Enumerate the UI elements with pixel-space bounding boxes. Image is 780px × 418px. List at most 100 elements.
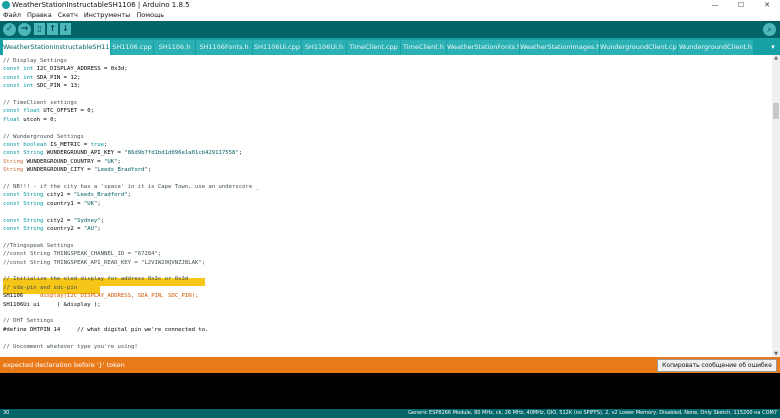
code-token: String [3, 158, 24, 165]
code-token: "AU" [83, 226, 98, 232]
editor-scrollbar[interactable]: ▲ ▼ [772, 55, 780, 357]
code-line[interactable]: //const String THINGSPEAK_API_READ_KEY =… [3, 259, 205, 267]
error-message: expected declaration before '}' token [3, 361, 125, 369]
toolbar: ✓ → ▯ ↑ ↓ ⌕ [0, 21, 780, 38]
code-line[interactable]: const String city1 = "Leeds_Bradford"; [3, 191, 131, 199]
code-token: ; [238, 150, 243, 157]
save-sketch-button[interactable]: ↓ [60, 23, 71, 35]
code-token: //const String THINGSPEAK_CHANNEL_ID = "… [3, 251, 162, 258]
code-token: const String [3, 150, 44, 157]
code-line[interactable]: // NB!!! - if the city has a 'space' in … [3, 183, 259, 191]
code-token: "86d9b7fd1bd1d096e1a01cb429117558" [124, 150, 239, 157]
menu-file[interactable]: Файл [3, 11, 21, 19]
copy-error-button[interactable]: Копировать сообщение об ошибке [657, 359, 777, 372]
tab-wundergroundclient-cpp[interactable]: WundergroundClient.cpp [600, 40, 678, 55]
tab-menu-chevron-icon[interactable]: ▾ [768, 41, 778, 53]
maximize-button[interactable]: ☐ [728, 0, 754, 10]
tab-sh1106ui-h[interactable]: SH1106Ui.h [302, 40, 347, 55]
code-line[interactable]: //const String THINGSPEAK_CHANNEL_ID = "… [3, 250, 161, 258]
scroll-up-icon[interactable]: ▲ [772, 55, 780, 61]
code-line[interactable]: String WUNDERGROUND_CITY = "Leeds_Bradfo… [3, 166, 151, 174]
menu-bar: Файл Правка Скетч Инструменты Помощь [0, 10, 780, 21]
code-line[interactable]: // sda-pin and sdc-pin [3, 284, 77, 292]
tab-strip: WeatherStationInstructableSH1106 § SH110… [0, 38, 780, 55]
code-token: // Display Settings [3, 58, 67, 64]
code-line[interactable]: SH1106Ui ui ( &display ); [3, 301, 101, 309]
code-line[interactable]: const boolean IS_METRIC = true; [3, 141, 107, 149]
code-line[interactable]: const int I2C_DISPLAY_ADDRESS = 0x3d; [3, 65, 128, 73]
code-token: float [3, 116, 20, 123]
code-token: // Initialize the oled display for addre… [3, 276, 189, 283]
code-line[interactable]: // Uncomment whatever type you're using! [3, 343, 138, 351]
scrollbar-thumb[interactable] [773, 103, 779, 119]
code-token: ; [127, 192, 131, 199]
code-line[interactable]: // Wunderground Settings [3, 133, 84, 141]
menu-tools[interactable]: Инструменты [84, 11, 131, 19]
code-line[interactable]: SH1106 display(I2C_DISPLAY_ADDRESS, SDA_… [3, 292, 198, 300]
tab-weatherstationfonts-h[interactable]: WeatherStationFonts.h [447, 40, 520, 55]
verify-button[interactable]: ✓ [3, 23, 16, 36]
menu-help[interactable]: Помощь [136, 11, 164, 19]
code-line[interactable]: const float UTC_OFFSET = 0; [3, 107, 94, 115]
code-token: const String [3, 192, 44, 199]
code-token: const boolean [3, 142, 47, 148]
close-button[interactable]: ✕ [754, 0, 780, 10]
code-token: country1 = [43, 200, 84, 207]
code-token: // NB!!! - if the city has a 'space' in … [3, 184, 259, 190]
code-line[interactable]: const String city2 = "Sydney"; [3, 217, 104, 225]
code-token: SDA_PIN = 12; [33, 74, 81, 81]
code-token: true [90, 142, 105, 148]
upload-button[interactable]: → [18, 23, 31, 36]
code-token: // Wunderground Settings [3, 133, 84, 140]
tab-timeclient-cpp[interactable]: TimeClient.cpp [347, 40, 401, 55]
tab-weatherstationimages-h[interactable]: WeatherStationImages.h [520, 40, 600, 55]
code-line[interactable]: const String WUNDERGROUND_API_KEY = "86d… [3, 149, 242, 157]
tab-main-sketch[interactable]: WeatherStationInstructableSH1106 § [3, 40, 111, 55]
code-line[interactable]: // TimeClient settings [3, 99, 77, 107]
code-token: SH1106Ui ui ( &display ); [3, 301, 101, 308]
code-token: ; [147, 167, 152, 174]
code-line[interactable]: String WUNDERGROUND_COUNTRY = "UK"; [3, 158, 121, 166]
code-line[interactable]: float utcoh = 0; [3, 116, 57, 124]
code-token: // TimeClient settings [3, 100, 78, 106]
title-bar: WeatherStationInstructableSH1106 | Ardui… [0, 0, 780, 10]
code-token: ; [117, 158, 121, 165]
tab-sh1106-cpp[interactable]: SH1106.cpp [111, 40, 154, 55]
menu-sketch[interactable]: Скетч [58, 11, 78, 19]
window-title: WeatherStationInstructableSH1106 | Ardui… [12, 1, 190, 9]
status-bar: 30 Generic ESP8266 Module, 80 MHz, ck, 2… [0, 409, 780, 418]
open-sketch-button[interactable]: ↑ [47, 23, 58, 35]
code-line[interactable]: //Thingspeak Settings [3, 242, 74, 250]
code-token: "Leeds_Bradford" [93, 167, 148, 174]
code-line[interactable]: const String country1 = "UK"; [3, 200, 101, 208]
tab-sh1106ui-cpp[interactable]: SH1106Ui.cpp [253, 40, 302, 55]
tab-wundergroundclient-h[interactable]: WundergroundClient.h [678, 40, 754, 55]
code-editor[interactable]: // Display Settings const int I2C_DISPLAY… [0, 55, 772, 357]
code-token: const float [3, 108, 41, 115]
board-info: Generic ESP8266 Module, 80 MHz, ck, 26 M… [408, 410, 777, 416]
serial-monitor-button[interactable]: ⌕ [763, 23, 776, 36]
minimize-button[interactable]: — [702, 0, 728, 10]
code-token: #define DHTPIN 14 // what digital pin we… [3, 326, 209, 333]
code-line[interactable]: const int SDC_PIN = 13; [3, 82, 80, 90]
code-token: ; [104, 142, 108, 148]
code-token: ; [97, 226, 101, 232]
tab-timeclient-h[interactable]: TimeClient.h [401, 40, 447, 55]
code-line[interactable]: // DHT Settings [3, 317, 54, 325]
code-token: //Thingspeak Settings [3, 242, 74, 249]
code-token: city2 = [43, 217, 74, 224]
menu-edit[interactable]: Правка [27, 11, 52, 19]
code-token: city1 = [43, 192, 74, 199]
new-sketch-button[interactable]: ▯ [34, 23, 45, 35]
code-line[interactable]: const int SDA_PIN = 12; [3, 74, 80, 82]
tab-sh1106-h[interactable]: SH1106.h [154, 40, 196, 55]
code-line[interactable]: #define DHTPIN 14 // what digital pin we… [3, 326, 208, 334]
code-line[interactable]: // Initialize the oled display for addre… [3, 275, 188, 283]
code-token: I2C_DISPLAY_ADDRESS = 0x3d; [33, 66, 128, 73]
code-token: const String [3, 226, 44, 232]
tab-sh1106fonts-h[interactable]: SH1106Fonts.h [196, 40, 253, 55]
code-line[interactable]: const String country2 = "AU"; [3, 225, 101, 233]
code-token: SH1106 [3, 293, 24, 300]
code-line[interactable]: // Display Settings [3, 57, 67, 65]
code-token: const int [3, 83, 34, 90]
